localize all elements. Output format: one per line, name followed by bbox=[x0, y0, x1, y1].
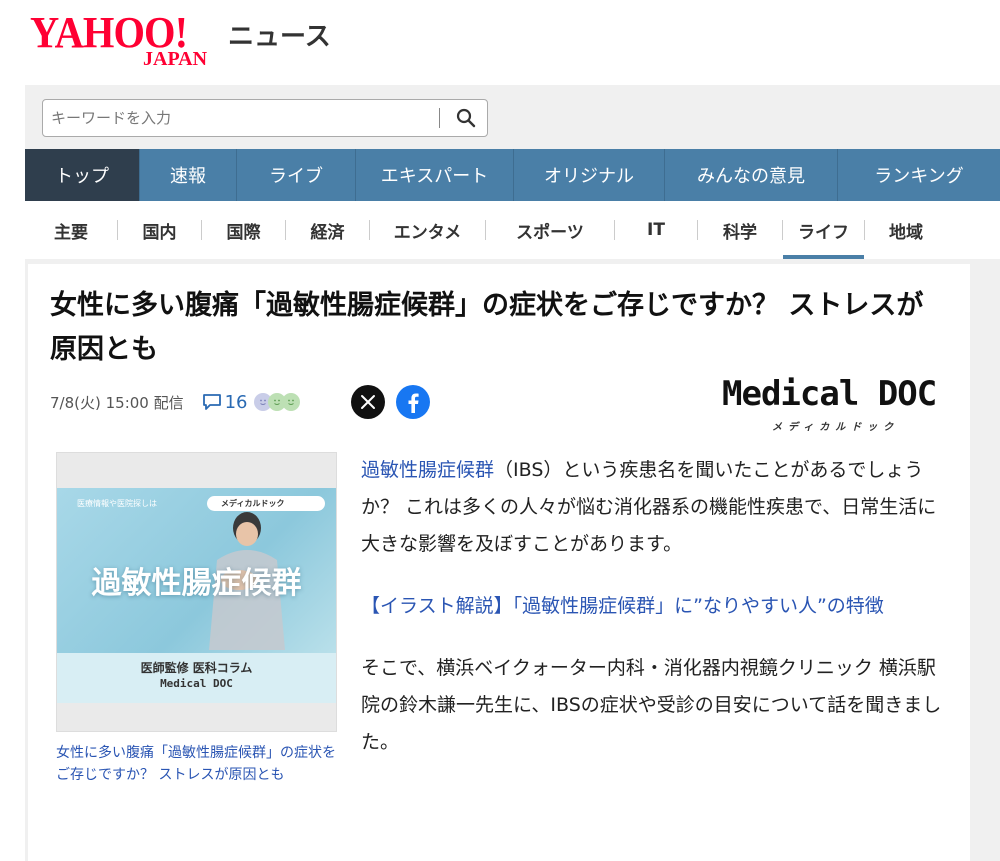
illustration-article-link[interactable]: 【イラスト解説】「過敏性腸症候群」に”なりやすい人”の特徴 bbox=[361, 595, 884, 617]
article-body: 過敏性腸症候群（IBS）という疾患名を聞いたことがあるでしょうか？ これは多くの… bbox=[361, 452, 949, 786]
publisher-logo-text: Medical DOC bbox=[722, 374, 937, 414]
category-local[interactable]: 地域 bbox=[865, 201, 947, 259]
article-card: 女性に多い腹痛「過敏性腸症候群」の症状をご存じですか？ ストレスが原因とも 7/… bbox=[28, 264, 970, 861]
body-paragraph: 【イラスト解説】「過敏性腸症候群」に”なりやすい人”の特徴 bbox=[361, 588, 949, 625]
main-nav-ranking[interactable]: ランキング bbox=[838, 149, 1000, 201]
share-facebook-button[interactable] bbox=[396, 385, 430, 419]
thumbnail-brand: Medical DOC bbox=[160, 677, 233, 690]
publisher-logo[interactable]: Medical DOC メディカルドック bbox=[722, 374, 942, 434]
category-label: 科学 bbox=[723, 222, 757, 243]
body-paragraph: そこで、横浜ベイクォーター内科・消化器内視鏡クリニック 横浜駅院の鈴木謙一先生に… bbox=[361, 650, 949, 761]
smile-face-icon bbox=[281, 393, 300, 411]
category-nav: 主要 国内 国際 経済 エンタメ スポーツ IT 科学 ライフ 地域 bbox=[25, 201, 1000, 259]
comments-link[interactable]: 16 bbox=[202, 392, 248, 413]
share-x-button[interactable] bbox=[351, 385, 385, 419]
category-science[interactable]: 科学 bbox=[698, 201, 782, 259]
article-meta: 7/8(火) 15:00 配信 16 bbox=[50, 386, 300, 418]
category-label: 経済 bbox=[310, 222, 345, 243]
thumbnail-image: 医療情報や医院探しは メディカルドック 過敏性腸症候群 bbox=[57, 488, 336, 653]
category-label: エンタメ bbox=[393, 222, 462, 243]
search-icon bbox=[456, 108, 476, 128]
service-name[interactable]: ニュース bbox=[228, 16, 331, 53]
category-label: 国際 bbox=[226, 222, 261, 243]
publisher-logo-subtext: メディカルドック bbox=[772, 422, 900, 433]
comment-icon bbox=[202, 394, 221, 410]
category-life[interactable]: ライフ bbox=[783, 201, 864, 259]
thumbnail-footer: 医師監修 医科コラム Medical DOC bbox=[57, 653, 336, 703]
logo-sub-text: JAPAN bbox=[143, 48, 208, 70]
site-header: YAHOO! JAPAN ニュース bbox=[0, 0, 1000, 85]
main-nav-original[interactable]: オリジナル bbox=[514, 149, 665, 201]
category-it[interactable]: IT bbox=[615, 201, 697, 259]
category-label: IT bbox=[647, 220, 665, 240]
category-economy[interactable]: 経済 bbox=[286, 201, 369, 259]
category-domestic[interactable]: 国内 bbox=[118, 201, 201, 259]
search-input[interactable] bbox=[51, 106, 431, 130]
search-separator bbox=[439, 108, 440, 128]
body-paragraph: 過敏性腸症候群（IBS）という疾患名を聞いたことがあるでしょうか？ これは多くの… bbox=[361, 452, 949, 563]
thumbnail-supervision: 医師監修 医科コラム bbox=[140, 661, 253, 675]
category-main[interactable]: 主要 bbox=[25, 201, 117, 259]
thumbnail-big-title: 過敏性腸症候群 bbox=[91, 566, 302, 601]
main-nav: トップ 速報 ライブ エキスパート オリジナル みんなの意見 ランキング bbox=[25, 149, 1000, 201]
yahoo-japan-logo[interactable]: YAHOO! JAPAN bbox=[30, 8, 230, 70]
facebook-logo-icon bbox=[408, 393, 419, 413]
main-nav-opinions[interactable]: みんなの意見 bbox=[665, 149, 838, 201]
article-date: 7/8(火) 15:00 配信 bbox=[50, 393, 184, 412]
main-nav-breaking[interactable]: 速報 bbox=[140, 149, 237, 201]
category-label: スポーツ bbox=[516, 222, 584, 243]
x-logo-icon bbox=[361, 395, 375, 409]
comment-count: 16 bbox=[224, 391, 248, 413]
article-title: 女性に多い腹痛「過敏性腸症候群」の症状をご存じですか？ ストレスが原因とも bbox=[50, 290, 924, 365]
category-sports[interactable]: スポーツ bbox=[486, 201, 614, 259]
main-nav-top[interactable]: トップ bbox=[25, 149, 140, 201]
category-entertainment[interactable]: エンタメ bbox=[370, 201, 485, 259]
category-label: 地域 bbox=[889, 222, 923, 243]
category-label: 主要 bbox=[54, 222, 88, 243]
ibs-link[interactable]: 過敏性腸症候群 bbox=[361, 459, 494, 481]
body-text: そこで、横浜ベイクォーター内科・消化器内視鏡クリニック 横浜駅院の鈴木謙一先生に… bbox=[361, 657, 942, 753]
thumbnail-caption[interactable]: 女性に多い腹痛「過敏性腸症候群」の症状をご存じですか？ ストレスが原因とも bbox=[56, 742, 346, 786]
category-label: ライフ bbox=[798, 222, 849, 243]
search-box bbox=[42, 99, 488, 137]
main-nav-expert[interactable]: エキスパート bbox=[356, 149, 514, 201]
reaction-faces[interactable] bbox=[253, 393, 300, 411]
category-world[interactable]: 国際 bbox=[202, 201, 285, 259]
thumbnail-top-text: 医療情報や医院探しは bbox=[77, 499, 157, 508]
category-label: 国内 bbox=[142, 222, 177, 243]
search-button[interactable] bbox=[447, 102, 485, 134]
article-thumbnail[interactable]: 医療情報や医院探しは メディカルドック 過敏性腸症候群 医師監修 医科コラム M… bbox=[56, 452, 337, 732]
main-nav-live[interactable]: ライブ bbox=[237, 149, 356, 201]
